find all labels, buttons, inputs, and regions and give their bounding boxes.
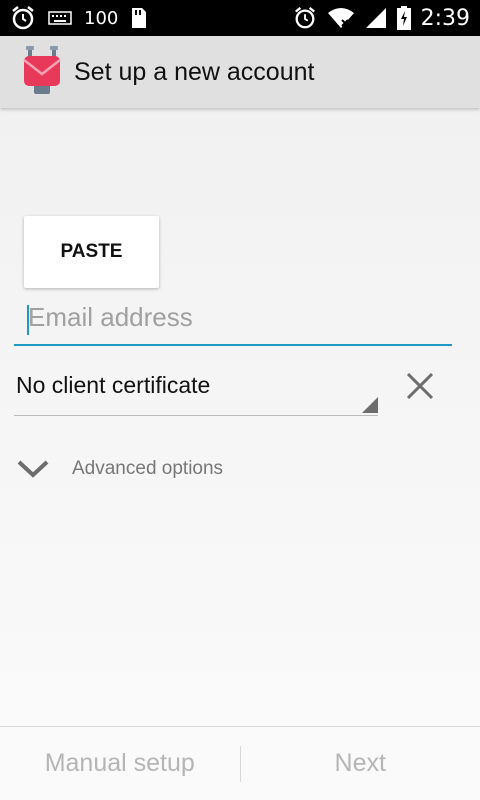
bottom-button-bar: Manual setup Next (0, 726, 480, 800)
email-placeholder: Email address (28, 302, 193, 332)
chevron-down-icon (14, 454, 52, 484)
manual-setup-button[interactable]: Manual setup (0, 727, 240, 800)
clear-certificate-icon[interactable] (404, 370, 436, 402)
battery-level-text: 100 (84, 7, 119, 29)
wifi-icon (327, 7, 355, 29)
keyboard-icon (48, 10, 72, 26)
action-bar: Set up a new account (0, 36, 480, 108)
next-button[interactable]: Next (241, 727, 480, 800)
app-logo-icon (22, 44, 62, 100)
client-certificate-select[interactable]: No client certificate (14, 358, 378, 416)
sd-card-icon (130, 6, 148, 30)
clock-time: 2:39 (420, 5, 470, 31)
advanced-options-label: Advanced options (72, 458, 224, 479)
signal-icon (365, 7, 387, 29)
status-bar: 100 2:39 (0, 0, 480, 36)
dropdown-triangle-icon (362, 397, 378, 413)
page-title: Set up a new account (74, 57, 315, 86)
setup-form: PASTE Email address No client certificat… (0, 108, 480, 726)
battery-charging-icon (396, 6, 411, 30)
alarm-icon (10, 5, 36, 31)
advanced-options-toggle[interactable]: Advanced options (14, 448, 454, 490)
paste-button[interactable]: PASTE (24, 216, 159, 288)
client-certificate-value: No client certificate (16, 372, 211, 398)
alarm-icon (293, 6, 317, 30)
email-field[interactable]: Email address (14, 294, 452, 346)
